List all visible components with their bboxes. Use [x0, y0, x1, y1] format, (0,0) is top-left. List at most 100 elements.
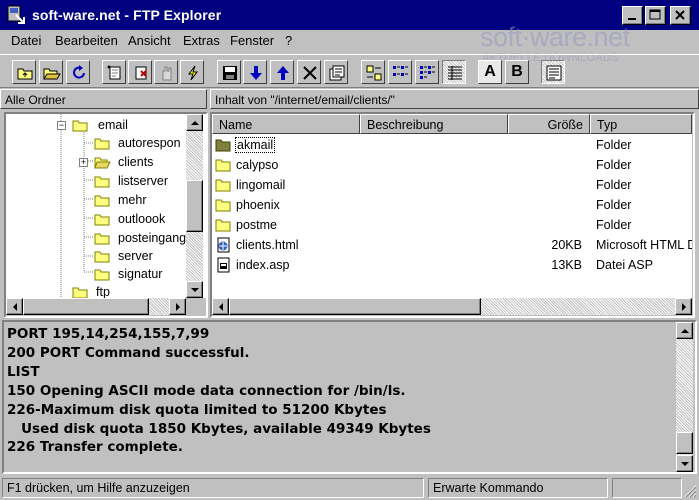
file-list-horizontal-scrollbar[interactable] [212, 298, 692, 315]
log-line: 200 PORT Command successful. [7, 345, 250, 361]
scroll-right-button[interactable] [675, 298, 692, 315]
scroll-left-button[interactable] [6, 298, 23, 315]
ftp-explorer-app-icon [7, 5, 25, 24]
file-row[interactable]: postme Folder [212, 215, 692, 235]
delete-icon [135, 66, 147, 80]
menu-bearbeiten[interactable]: Bearbeiten [55, 33, 118, 48]
scroll-right-button[interactable] [169, 298, 186, 315]
large-icons-view-button[interactable] [361, 60, 385, 84]
upload-icon [277, 66, 289, 80]
scroll-corner [186, 298, 203, 315]
tree-horizontal-scrollbar[interactable] [6, 298, 186, 315]
arrow-right-icon [176, 303, 180, 311]
expand-toggle[interactable]: + [79, 158, 88, 167]
resize-grip-icon[interactable] [684, 485, 697, 498]
refresh-icon [73, 65, 85, 79]
arrow-down-icon [191, 288, 199, 292]
log-view-button[interactable] [541, 60, 565, 84]
file-row[interactable]: akmail Folder [212, 135, 692, 155]
close-button[interactable] [670, 6, 691, 25]
log-vertical-scrollbar[interactable] [676, 322, 693, 472]
tree-vertical-scrollbar[interactable] [186, 114, 203, 298]
menu-extras[interactable]: Extras [183, 33, 220, 48]
scroll-thumb[interactable] [229, 298, 481, 315]
refresh-button[interactable] [66, 60, 90, 84]
connect-button[interactable] [12, 60, 36, 84]
folder-properties-button[interactable] [324, 60, 348, 84]
tree-item-label: listserver [118, 174, 169, 188]
status-bar: F1 drücken, um Hilfe anzuzeigen Erwarte … [0, 475, 699, 500]
download-icon [250, 66, 262, 80]
scroll-left-button[interactable] [212, 298, 229, 315]
file-name: clients.html [236, 238, 299, 252]
list-view-button[interactable] [415, 60, 439, 84]
properties-icon [188, 65, 198, 81]
open-folder-icon [94, 157, 111, 169]
execute-button[interactable] [180, 60, 204, 84]
delete-file-button[interactable] [128, 60, 152, 84]
collapse-toggle[interactable]: − [57, 121, 66, 130]
column-header-name[interactable]: Name [212, 114, 360, 134]
menu-fenster[interactable]: Fenster [230, 33, 274, 48]
title-bar[interactable]: soft-ware.net - FTP Explorer [0, 0, 699, 30]
command-log[interactable]: PORT 195,14,254,155,7,99 200 PORT Comman… [4, 322, 695, 472]
minimize-button[interactable] [622, 6, 643, 25]
cut-button[interactable] [102, 60, 126, 84]
file-row[interactable]: lingomail Folder [212, 175, 692, 195]
column-header-type[interactable]: Typ [590, 114, 692, 134]
stop-button[interactable] [154, 60, 178, 84]
folder-icon [215, 199, 231, 212]
menu-ansicht[interactable]: Ansicht [128, 33, 171, 48]
column-header-description[interactable]: Beschreibung [360, 114, 508, 134]
tree-item-label: outloook [118, 212, 166, 226]
scroll-thumb[interactable] [676, 432, 693, 454]
binary-mode-button[interactable]: B [505, 60, 529, 84]
folder-icon [215, 139, 231, 152]
cut-icon [107, 65, 121, 80]
file-type: Folder [596, 178, 632, 192]
stop-icon [162, 66, 172, 81]
download-button[interactable] [243, 60, 267, 84]
maximize-icon [649, 9, 661, 20]
folder-tree[interactable]: − email autorespon + clients listserver … [6, 114, 206, 298]
scroll-down-button[interactable] [676, 455, 693, 472]
open-folder-button[interactable] [39, 60, 63, 84]
arrow-left-icon [13, 303, 17, 311]
delete-button[interactable] [297, 60, 321, 84]
tree-item-label: ftp [96, 285, 110, 298]
upload-button[interactable] [270, 60, 294, 84]
details-view-button[interactable] [442, 60, 466, 84]
save-icon [223, 66, 237, 80]
tree-item-label: clients [118, 155, 154, 169]
file-type: Folder [596, 198, 632, 212]
scroll-thumb[interactable] [23, 298, 149, 315]
save-button[interactable] [217, 60, 241, 84]
right-pane-header: Inhalt von "/internet/email/clients/" [210, 89, 699, 109]
column-header-size[interactable]: Größe [508, 114, 590, 134]
file-row[interactable]: phoenix Folder [212, 195, 692, 215]
file-row[interactable]: calypso Folder [212, 155, 692, 175]
file-row[interactable]: index.asp 13KB Datei ASP [212, 255, 692, 275]
file-list[interactable]: Name Beschreibung Größe Typ akmail Folde… [212, 114, 692, 298]
small-icons-view-button[interactable] [388, 60, 412, 84]
log-line: 150 Opening ASCII mode data connection f… [7, 383, 406, 399]
log-line: Used disk quota 1850 Kbytes, available 4… [7, 421, 431, 437]
folder-icon [94, 251, 110, 263]
scroll-thumb[interactable] [186, 180, 203, 232]
scroll-up-button[interactable] [186, 114, 203, 131]
status-extra-panel [612, 478, 682, 498]
maximize-button[interactable] [645, 6, 666, 25]
file-name: index.asp [236, 258, 290, 272]
folder-icon [215, 219, 231, 232]
tree-item-label: autorespon [118, 136, 181, 150]
menu-datei[interactable]: Datei [11, 33, 41, 48]
connect-icon [17, 68, 33, 80]
file-name: phoenix [236, 198, 280, 212]
scroll-up-button[interactable] [676, 322, 693, 339]
ascii-mode-button[interactable]: A [478, 60, 502, 84]
file-row[interactable]: clients.html 20KB Microsoft HTML D [212, 235, 692, 255]
scroll-down-button[interactable] [186, 281, 203, 298]
file-type: Microsoft HTML D [596, 238, 692, 252]
folder-icon [94, 269, 110, 281]
menu-help[interactable]: ? [285, 33, 292, 48]
